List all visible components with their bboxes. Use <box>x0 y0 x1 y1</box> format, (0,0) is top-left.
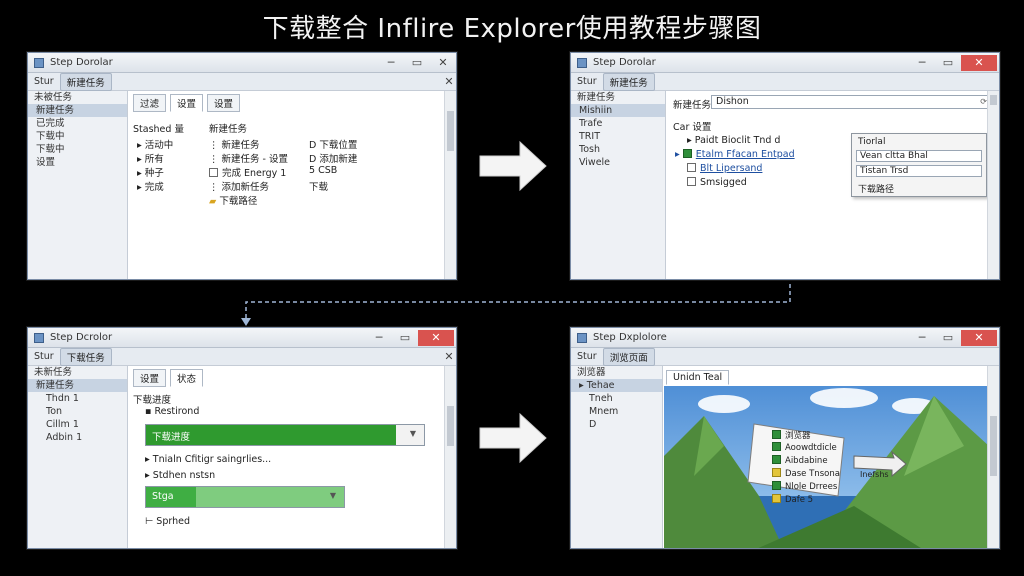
close-icon[interactable]: ✕ <box>442 347 456 367</box>
maximize-icon[interactable]: ▭ <box>935 328 961 348</box>
sidebar-item[interactable]: 未新任务 <box>28 366 127 379</box>
minimize-icon[interactable]: ─ <box>366 328 392 348</box>
breadcrumb-root[interactable]: Stur <box>571 351 603 362</box>
sidebar-item[interactable]: Tneh <box>571 392 662 405</box>
sidebar: 未新任务 新建任务 Thdn 1 Ton Cillm 1 Adbin 1 <box>28 366 128 548</box>
card-item[interactable]: Aoowdtdicle <box>772 442 837 453</box>
checkbox-icon[interactable] <box>772 430 781 439</box>
app-icon <box>577 332 587 343</box>
checkbox-icon[interactable] <box>772 455 781 464</box>
address-bar[interactable]: Stur 下载任务 ✕ <box>28 347 456 367</box>
address-bar[interactable]: Stur 浏览页面 <box>571 347 999 366</box>
arrow-right-icon <box>479 412 547 464</box>
title-bar: Step Dcrolor ─ ▭ ✕ <box>28 328 456 348</box>
tab-status[interactable]: 状态 <box>170 369 204 387</box>
checkbox-icon[interactable] <box>772 442 781 451</box>
end-item[interactable]: ⊢ Sprhed <box>145 516 190 527</box>
maximize-icon[interactable]: ▭ <box>392 328 418 348</box>
main-panel: Unidn Teal 浏览器 Aoowdtdicle Aibdabine Das… <box>664 366 989 548</box>
card-item[interactable]: Dase Tnsona <box>772 468 840 479</box>
window-step4: Step Dxplolore ─ ▭ ✕ Stur 浏览页面 浏览器 ▸ Teh… <box>570 327 1000 549</box>
main-panel: 设置 状态 下载进度 ▪ Restirond 下载进度 ▼ ▸ Tnialn C… <box>129 366 444 548</box>
breadcrumb-current[interactable]: 下载任务 <box>59 347 112 366</box>
sidebar-item[interactable]: Ton <box>28 405 127 418</box>
card-item[interactable]: Dafe 5 <box>772 494 813 505</box>
sidebar-item[interactable]: ▸ Tehae <box>571 379 662 392</box>
window-title: Step Dcrolor <box>50 332 113 343</box>
title-bar: Step Dxplolore ─ ▭ ✕ <box>571 328 999 348</box>
download-progress-bar[interactable]: 下载进度 ▼ <box>145 424 425 446</box>
window-title: Step Dxplolore <box>593 332 667 343</box>
tab-settings[interactable]: 设置 <box>133 369 167 387</box>
window-step3: Step Dcrolor ─ ▭ ✕ Stur 下载任务 ✕ 未新任务 新建任务… <box>27 327 457 549</box>
card-item[interactable]: Aibdabine <box>772 455 828 466</box>
toolbar-tabs: 设置 状态 <box>129 366 444 390</box>
progress-sub: ▪ Restirond <box>145 406 200 417</box>
progress-heading: 下载进度 <box>133 395 172 406</box>
close-icon[interactable]: ✕ <box>961 329 997 346</box>
sidebar-item[interactable]: Thdn 1 <box>28 392 127 405</box>
close-icon[interactable]: ✕ <box>418 329 454 346</box>
sidebar-item[interactable]: D <box>571 418 662 431</box>
checkbox-icon[interactable] <box>772 468 781 477</box>
options-item[interactable]: ▸ Stdhen nstsn <box>145 470 215 481</box>
sidebar-item[interactable]: 新建任务 <box>28 379 127 392</box>
options-item[interactable]: ▸ Tnialn Cfitigr saingrlies... <box>145 454 271 465</box>
sidebar-item[interactable]: 浏览器 <box>571 366 662 379</box>
scrollbar[interactable] <box>987 366 999 548</box>
sidebar: 浏览器 ▸ Tehae Tneh Mnem D <box>571 366 663 548</box>
breadcrumb-current[interactable]: 浏览页面 <box>602 347 655 366</box>
sidebar-item[interactable]: Mnem <box>571 405 662 418</box>
sidebar-item[interactable]: Cillm 1 <box>28 418 127 431</box>
chevron-down-icon[interactable]: ▼ <box>330 491 336 500</box>
callout-label: Inefshs <box>860 470 889 479</box>
app-icon <box>34 332 44 343</box>
scrollbar[interactable] <box>444 366 456 548</box>
card-item[interactable]: 浏览器 <box>772 429 811 441</box>
minimize-icon[interactable]: ─ <box>909 328 935 348</box>
storage-progress-bar[interactable]: Stga ▼ <box>145 486 345 508</box>
breadcrumb-root[interactable]: Stur <box>28 351 60 362</box>
sidebar-item[interactable]: Adbin 1 <box>28 431 127 444</box>
card-item[interactable]: Nlole Drrees <box>772 481 837 492</box>
checkbox-icon[interactable] <box>772 494 781 503</box>
tab-view[interactable]: Unidn Teal <box>666 370 730 385</box>
chevron-down-icon[interactable]: ▼ <box>410 429 416 438</box>
checkbox-icon[interactable] <box>772 481 781 490</box>
